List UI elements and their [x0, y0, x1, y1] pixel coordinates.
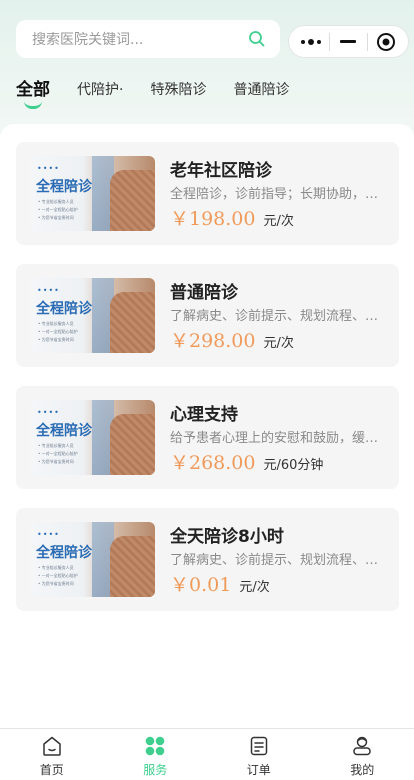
price-value: ￥298.00 — [170, 330, 256, 352]
search-icon[interactable] — [248, 30, 266, 48]
thumbnail-line: • 为您节省宝贵时间 — [38, 215, 74, 220]
capsule-divider — [366, 32, 368, 51]
thumbnail-line: • 专业陪诊服务人员 — [38, 565, 74, 570]
price-unit: 元/60分钟 — [263, 458, 324, 473]
thumbnail-line: • 一对一全程贴心陪护 — [38, 573, 78, 578]
tab-normal-escort[interactable]: 普通陪诊 — [233, 78, 289, 102]
service-description: 给予患者心理上的安慰和鼓励，缓… — [170, 431, 379, 446]
thumbnail-line: • 专业陪诊服务人员 — [38, 199, 74, 204]
tabbar-item-home[interactable]: 首页 — [0, 731, 103, 778]
thumbnail-line: • 专业陪诊服务人员 — [38, 321, 74, 326]
home-icon — [41, 735, 63, 757]
service-description: 全程陪诊，诊前指导；长期协助，… — [170, 187, 379, 202]
service-card[interactable]: •••• 全程陪诊 • 专业陪诊服务人员 • 一对一全程贴心陪护 • 为您节省宝… — [16, 386, 399, 489]
service-title: 心理支持 — [170, 405, 238, 425]
active-tab-indicator — [24, 101, 42, 109]
thumbnail-dots: •••• — [37, 408, 60, 417]
service-title: 全天陪诊8小时 — [170, 527, 284, 547]
service-thumbnail: •••• 全程陪诊 • 专业陪诊服务人员 • 一对一全程贴心陪护 • 为您节省宝… — [30, 156, 155, 231]
thumbnail-line: • 为您节省宝贵时间 — [38, 459, 74, 464]
service-list: •••• 全程陪诊 • 专业陪诊服务人员 • 一对一全程贴心陪护 • 为您节省宝… — [0, 124, 414, 728]
tabbar-item-orders[interactable]: 订单 — [207, 731, 310, 778]
service-price: ￥0.01 元/次 — [170, 570, 270, 597]
search-input[interactable]: 搜索医院关键词... — [32, 29, 248, 49]
thumbnail-heading: 全程陪诊 — [36, 301, 92, 317]
capsule-divider — [329, 32, 331, 51]
order-icon — [248, 735, 270, 757]
tab-label: 普通陪诊 — [233, 82, 290, 98]
service-thumbnail: •••• 全程陪诊 • 专业陪诊服务人员 • 一对一全程贴心陪护 • 为您节省宝… — [30, 278, 155, 353]
price-unit: 元/次 — [239, 580, 270, 595]
service-description: 了解病史、诊前提示、规划流程、… — [170, 553, 379, 568]
thumbnail-line: • 一对一全程贴心陪护 — [38, 451, 78, 456]
thumbnail-line: • 专业陪诊服务人员 — [38, 443, 74, 448]
more-icon[interactable] — [297, 28, 325, 56]
tabbar-label: 我的 — [350, 763, 375, 777]
thumbnail-dots: •••• — [37, 286, 60, 295]
close-target-icon[interactable] — [372, 28, 400, 56]
user-icon — [351, 735, 373, 757]
tab-label: 全部 — [16, 80, 50, 100]
service-price: ￥298.00 元/次 — [170, 326, 294, 353]
thumbnail-heading: 全程陪诊 — [36, 545, 92, 561]
service-description: 了解病史、诊前提示、规划流程、… — [170, 309, 379, 324]
thumbnail-heading: 全程陪诊 — [36, 179, 92, 195]
tabbar-item-profile[interactable]: 我的 — [311, 731, 414, 778]
bottom-tab-bar: 首页 服务 订单 我的 — [0, 728, 414, 780]
thumbnail-line: • 一对一全程贴心陪护 — [38, 207, 78, 212]
mini-program-capsule — [288, 25, 409, 58]
price-value: ￥268.00 — [170, 452, 256, 474]
tab-label: 特殊陪诊 — [150, 82, 207, 98]
thumbnail-line: • 为您节省宝贵时间 — [38, 337, 74, 342]
tabbar-label: 服务 — [143, 763, 168, 777]
tab-proxy-care[interactable]: 代陪护· — [77, 78, 123, 102]
thumbnail-dots: •••• — [37, 530, 60, 539]
tab-special-escort[interactable]: 特殊陪诊 — [150, 78, 206, 102]
service-title: 普通陪诊 — [170, 283, 238, 303]
thumbnail-line: • 一对一全程贴心陪护 — [38, 329, 78, 334]
service-price: ￥268.00 元/60分钟 — [170, 448, 323, 475]
grid-icon — [144, 735, 166, 757]
thumbnail-dots: •••• — [37, 164, 60, 173]
service-card[interactable]: •••• 全程陪诊 • 专业陪诊服务人员 • 一对一全程贴心陪护 • 为您节省宝… — [16, 142, 399, 245]
header: 搜索医院关键词... 全部 代陪护· 特殊陪诊 普通陪诊 — [0, 0, 414, 124]
tabbar-label: 订单 — [246, 763, 271, 777]
service-card[interactable]: •••• 全程陪诊 • 专业陪诊服务人员 • 一对一全程贴心陪护 • 为您节省宝… — [16, 264, 399, 367]
search-bar[interactable]: 搜索医院关键词... — [16, 20, 280, 58]
minimize-icon[interactable] — [334, 28, 362, 56]
price-unit: 元/次 — [263, 336, 294, 351]
service-card[interactable]: •••• 全程陪诊 • 专业陪诊服务人员 • 一对一全程贴心陪护 • 为您节省宝… — [16, 508, 399, 611]
tabbar-label: 首页 — [39, 763, 64, 777]
service-thumbnail: •••• 全程陪诊 • 专业陪诊服务人员 • 一对一全程贴心陪护 • 为您节省宝… — [30, 522, 155, 597]
thumbnail-heading: 全程陪诊 — [36, 423, 92, 439]
service-title: 老年社区陪诊 — [170, 161, 272, 181]
price-value: ￥198.00 — [170, 208, 256, 230]
tabbar-item-service[interactable]: 服务 — [104, 731, 207, 778]
category-tabs: 全部 代陪护· 特殊陪诊 普通陪诊 — [16, 78, 316, 118]
service-price: ￥198.00 元/次 — [170, 204, 294, 231]
service-thumbnail: •••• 全程陪诊 • 专业陪诊服务人员 • 一对一全程贴心陪护 • 为您节省宝… — [30, 400, 155, 475]
price-value: ￥0.01 — [170, 574, 232, 596]
price-unit: 元/次 — [263, 214, 294, 229]
tab-label: 代陪护· — [77, 82, 124, 98]
thumbnail-line: • 为您节省宝贵时间 — [38, 581, 74, 586]
tab-all[interactable]: 全部 — [16, 78, 50, 109]
